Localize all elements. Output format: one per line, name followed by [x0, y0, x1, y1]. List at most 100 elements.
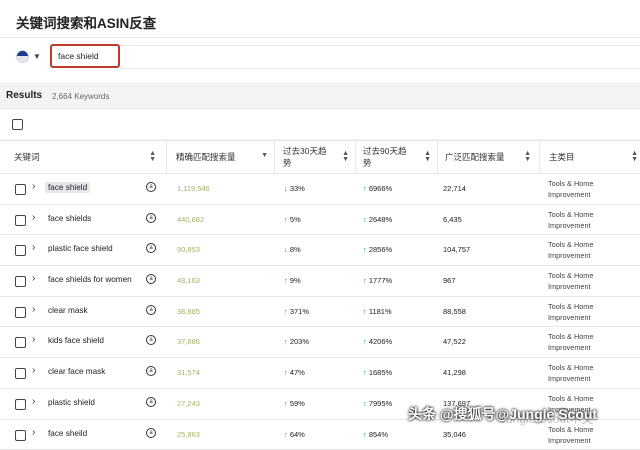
broad-volume: 41,298	[443, 368, 466, 377]
table-row[interactable]: ›plastic face shielda90,853↓ 8%↑ 2856%10…	[0, 235, 640, 266]
trend-90-value: ↑ 1181%	[363, 307, 392, 316]
keyword-text[interactable]: face shields for women	[48, 275, 132, 284]
amazon-icon[interactable]: a	[146, 274, 156, 284]
trend-up-icon: ↑	[284, 307, 288, 316]
keyword-text[interactable]: face sheild	[48, 429, 87, 438]
row-checkbox[interactable]	[15, 215, 26, 226]
keyword-text[interactable]: clear mask	[48, 306, 88, 315]
col-broad-volume[interactable]: 广泛匹配搜索量 ▲▼	[445, 141, 537, 173]
trend-up-icon: ↑	[363, 245, 367, 254]
col-divider	[539, 141, 540, 173]
chevron-right-icon[interactable]: ›	[32, 242, 35, 253]
amazon-icon[interactable]: a	[146, 397, 156, 407]
amazon-icon[interactable]: a	[146, 335, 156, 345]
exact-volume: 440,882	[177, 215, 204, 224]
col-divider	[166, 141, 167, 173]
table-row[interactable]: ›face shieldsa440,882↑ 5%↑ 2648%6,435Too…	[0, 205, 640, 236]
row-checkbox[interactable]	[15, 184, 26, 195]
category: Tools & Home Improvement	[548, 362, 628, 384]
chevron-right-icon[interactable]: ›	[32, 181, 35, 192]
broad-volume: 47,522	[443, 337, 466, 346]
table-row[interactable]: ›face shields for womena48,163↑ 9%↑ 1777…	[0, 266, 640, 297]
trend-30-value: ↑ 59%	[284, 399, 305, 408]
chevron-right-icon[interactable]: ›	[32, 304, 35, 315]
keyword-text[interactable]: clear face mask	[48, 367, 105, 376]
row-checkbox[interactable]	[15, 307, 26, 318]
exact-volume: 38,885	[177, 307, 200, 316]
row-checkbox[interactable]	[15, 337, 26, 348]
watermark: 头条 @搜狐号@Jungle Scout	[408, 404, 597, 424]
trend-down-icon: ↓	[284, 245, 288, 254]
col-keyword[interactable]: 关键词 ▲▼	[14, 141, 162, 173]
category: Tools & Home Improvement	[548, 209, 628, 231]
caret-down-icon: ▼	[33, 52, 41, 61]
chevron-right-icon[interactable]: ›	[32, 396, 35, 407]
broad-volume: 6,435	[443, 215, 462, 224]
page-title: 关键词搜索和ASIN反查	[16, 12, 156, 32]
category: Tools & Home Improvement	[548, 239, 628, 261]
trend-up-icon: ↑	[363, 368, 367, 377]
row-checkbox[interactable]	[15, 368, 26, 379]
col-exact-volume[interactable]: 精确匹配搜索量 ▼	[176, 141, 274, 173]
keyword-text[interactable]: plastic shield	[48, 398, 95, 407]
col-category[interactable]: 主类目 ▲▼	[549, 141, 640, 173]
trend-30-value: ↑ 64%	[284, 430, 305, 439]
row-checkbox[interactable]	[15, 276, 26, 287]
amazon-icon[interactable]: a	[146, 428, 156, 438]
broad-volume: 104,757	[443, 245, 470, 254]
keyword-text[interactable]: plastic face shield	[48, 244, 113, 253]
row-checkbox[interactable]	[15, 430, 26, 441]
trend-up-icon: ↑	[363, 430, 367, 439]
search-input[interactable]	[50, 44, 120, 68]
broad-volume: 88,558	[443, 307, 466, 316]
sort-icon: ▲▼	[631, 151, 638, 163]
col-trend-90[interactable]: 过去90天趋势 ▲▼	[363, 141, 437, 173]
keyword-text[interactable]: kids face shield	[48, 336, 104, 345]
exact-volume: 31,574	[177, 368, 200, 377]
amazon-icon[interactable]: a	[146, 182, 156, 192]
select-all-bar	[0, 108, 640, 139]
chevron-right-icon[interactable]: ›	[32, 212, 35, 223]
table-row[interactable]: ›face shielda1,119,546↓ 33%↑ 6966%22,714…	[0, 174, 640, 205]
divider	[0, 37, 640, 38]
sort-icon: ▲▼	[524, 151, 531, 163]
trend-up-icon: ↑	[284, 430, 288, 439]
trend-up-icon: ↑	[363, 215, 367, 224]
amazon-icon[interactable]: a	[146, 305, 156, 315]
amazon-icon[interactable]: a	[146, 243, 156, 253]
exact-volume: 48,163	[177, 276, 200, 285]
select-all-checkbox[interactable]	[12, 119, 23, 130]
trend-up-icon: ↑	[363, 276, 367, 285]
row-checkbox[interactable]	[15, 245, 26, 256]
trend-30-value: ↑ 47%	[284, 368, 305, 377]
table-row[interactable]: ›clear maska38,885↑ 371%↑ 1181%88,558Too…	[0, 297, 640, 328]
chevron-right-icon[interactable]: ›	[32, 427, 35, 438]
table-row[interactable]: ›kids face shielda37,886↑ 203%↑ 4206%47,…	[0, 327, 640, 358]
trend-30-value: ↑ 203%	[284, 337, 309, 346]
chevron-right-icon[interactable]: ›	[32, 334, 35, 345]
trend-30-value: ↑ 371%	[284, 307, 309, 316]
trend-up-icon: ↑	[284, 337, 288, 346]
chevron-right-icon[interactable]: ›	[32, 365, 35, 376]
chevron-right-icon[interactable]: ›	[32, 273, 35, 284]
marketplace-selector[interactable]: ▼	[16, 46, 46, 66]
trend-90-value: ↑ 4206%	[363, 337, 392, 346]
exact-volume: 90,853	[177, 245, 200, 254]
trend-90-value: ↑ 1777%	[363, 276, 392, 285]
trend-90-value: ↑ 6966%	[363, 184, 392, 193]
col-trend-30[interactable]: 过去30天趋势 ▲▼	[283, 141, 355, 173]
table-row[interactable]: ›clear face maska31,574↑ 47%↑ 1685%41,29…	[0, 358, 640, 389]
sort-icon: ▲▼	[424, 151, 431, 163]
trend-up-icon: ↑	[363, 399, 367, 408]
trend-30-value: ↓ 33%	[284, 184, 305, 193]
keyword-text[interactable]: face shield	[45, 182, 90, 193]
keyword-text[interactable]: face shields	[48, 214, 91, 223]
exact-volume: 25,863	[177, 430, 200, 439]
table-header: 关键词 ▲▼ 精确匹配搜索量 ▼ 过去30天趋势 ▲▼ 过去90天趋势 ▲▼ 广…	[0, 140, 640, 174]
amazon-icon[interactable]: a	[146, 213, 156, 223]
broad-volume: 967	[443, 276, 456, 285]
row-checkbox[interactable]	[15, 399, 26, 410]
trend-90-value: ↑ 2648%	[363, 215, 392, 224]
trend-90-value: ↑ 7995%	[363, 399, 392, 408]
amazon-icon[interactable]: a	[146, 366, 156, 376]
